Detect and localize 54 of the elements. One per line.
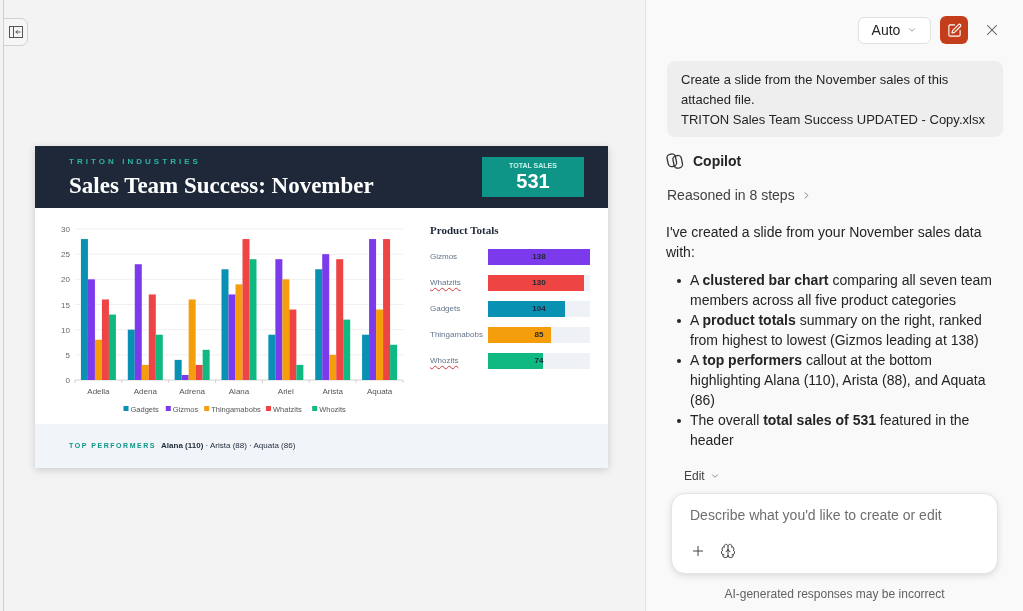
category-label: Adena [133, 387, 157, 396]
axis-tick-label: 25 [61, 250, 70, 260]
response-intro: I've created a slide from your November sales data with: [666, 223, 983, 262]
response-bullet: The overall total sales of 531 featured in the header [690, 411, 971, 450]
disclaimer-text: AI-generated responses may be incorrect [723, 586, 946, 602]
mode-dropdown[interactable]: Auto [858, 16, 931, 44]
response-bullet: A top performers callout at the bottom highlighting Alana (110), Arista (88), and Aquata (86) [690, 351, 987, 410]
edit-menu-button[interactable]: Edit [684, 468, 720, 484]
product-label: Whozits [430, 355, 460, 367]
product-label: Thingamabobs [430, 329, 484, 341]
top-performers-text: Alana (110) · Arista (88) · Aquata (86) [161, 440, 296, 452]
reasoning-toggle[interactable]: Reasoned in 8 steps [667, 185, 812, 205]
product-label: Gadgets [430, 303, 462, 315]
category-label: Adrena [179, 387, 206, 396]
total-sales-value: 531 [516, 170, 550, 193]
axis-tick-label: 5 [65, 350, 70, 360]
response-bullet: A product totals summary on the right, ranked from highest to lowest (Gizmos leading at 138) [690, 311, 983, 350]
bullet-icon [677, 359, 681, 363]
collapse-panel-button[interactable] [3, 18, 28, 46]
company-name: TRITON INDUSTRIES [69, 157, 202, 167]
bar-value-label: 104 [532, 304, 546, 314]
square-pen-icon [946, 22, 962, 38]
user-message-text: Create a slide from the November sales of this attached file. [681, 71, 950, 109]
slide-title: Sales Team Success: November [69, 172, 374, 199]
axis-tick-label: 20 [61, 275, 70, 285]
category-label: Ariel [277, 387, 294, 396]
plus-icon [690, 543, 706, 559]
category-label: Arista [322, 387, 343, 396]
assistant-logo-icon [666, 152, 684, 170]
panel-title: Product Totals [430, 223, 500, 237]
bar-value-label: 85 [534, 330, 544, 340]
message-input[interactable]: Describe what you'd like to create or edit [690, 505, 980, 525]
chevron-down-icon [709, 471, 720, 481]
compose-button[interactable] [940, 16, 968, 44]
bullet-icon [677, 419, 681, 423]
category-label: Alana [228, 387, 250, 396]
attachment-name: TRITON Sales Team Success UPDATED - Copy.xlsx [681, 111, 986, 129]
axis-tick-label: 30 [61, 225, 70, 234]
product-label: Gizmos [430, 251, 459, 263]
product-label: Whatzits [430, 277, 462, 289]
category-label: Adella [87, 387, 110, 396]
bar-value-label: 130 [532, 278, 546, 288]
category-label: Aquata [366, 387, 393, 396]
add-button[interactable] [690, 543, 706, 559]
bullet-icon [677, 279, 681, 283]
brain-icon [720, 543, 736, 559]
chevron-down-icon [907, 25, 918, 35]
axis-tick-label: 0 [65, 376, 70, 385]
bar-value-label: 138 [532, 252, 546, 262]
assistant-name: Copilot [693, 152, 742, 171]
axis-tick-label: 15 [61, 300, 70, 310]
brain-button[interactable] [720, 543, 736, 559]
axis-tick-label: 10 [61, 325, 70, 335]
bullet-icon [677, 319, 681, 323]
